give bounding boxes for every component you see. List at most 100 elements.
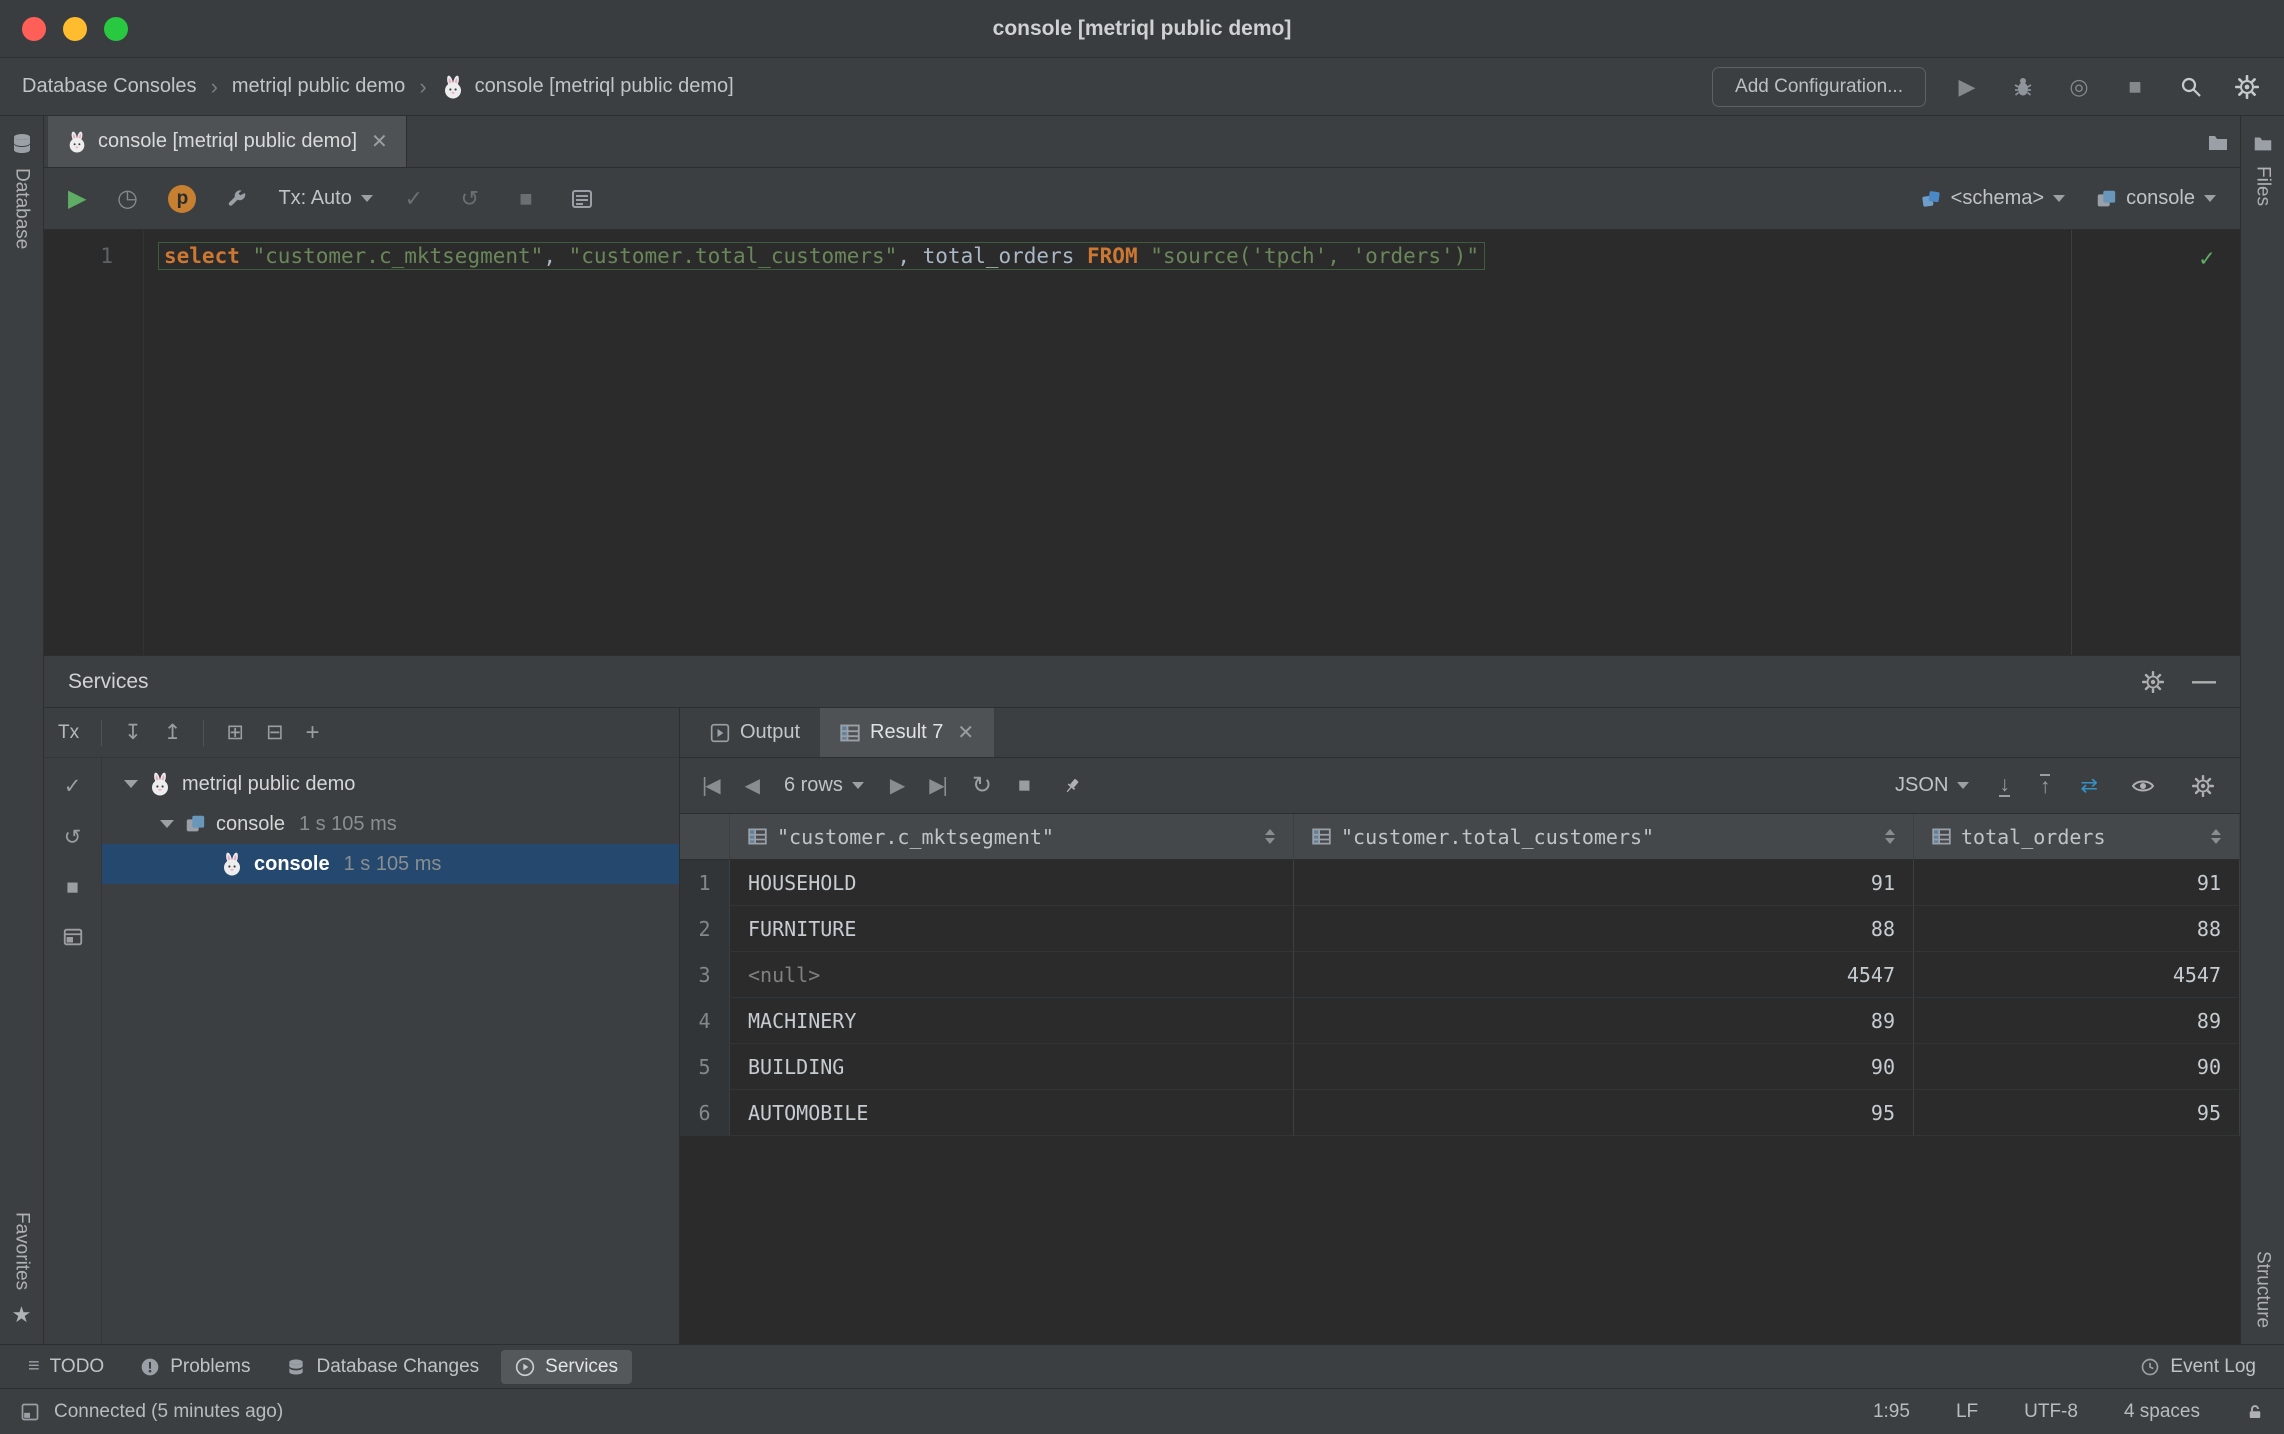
stop-icon[interactable]: ■	[2120, 72, 2150, 102]
collapse-all-icon[interactable]: ↧	[124, 720, 142, 745]
schema-selector[interactable]: <schema>	[1920, 187, 2065, 210]
close-window-button[interactable]	[22, 17, 46, 41]
close-tab-icon[interactable]: ✕	[371, 129, 388, 154]
view-options-icon[interactable]: ⊟	[266, 720, 284, 745]
chevron-down-icon[interactable]	[124, 780, 138, 788]
add-service-icon[interactable]: +	[306, 719, 320, 747]
parameters-icon[interactable]: p	[168, 185, 196, 213]
table-cell[interactable]: AUTOMOBILE	[730, 1090, 1294, 1136]
page-size-dropdown[interactable]: 6 rows	[784, 774, 864, 797]
view-eye-icon[interactable]	[2128, 771, 2158, 801]
sql-statement[interactable]: select "customer.c_mktsegment", "custome…	[158, 242, 1485, 270]
table-cell[interactable]: 90	[1914, 1044, 2240, 1090]
line-separator[interactable]: LF	[1956, 1401, 1978, 1423]
structure-tool-button[interactable]: Structure	[2252, 1251, 2274, 1328]
caret-position[interactable]: 1:95	[1873, 1401, 1910, 1423]
wrench-icon[interactable]	[222, 184, 252, 214]
favorites-tool-button[interactable]: Favorites ★	[11, 1212, 33, 1328]
hide-panel-icon[interactable]: —	[2192, 668, 2216, 696]
database-tool-button[interactable]: Database	[10, 132, 34, 249]
sort-icon[interactable]	[1265, 829, 1275, 844]
table-cell[interactable]: 95	[1914, 1090, 2240, 1136]
rollback-icon[interactable]: ↺	[64, 825, 82, 850]
settings-gear-icon[interactable]	[2232, 72, 2262, 102]
files-tool-button[interactable]: Files	[2252, 132, 2274, 206]
upload-icon[interactable]: ↑	[2040, 774, 2051, 797]
table-cell[interactable]: 95	[1294, 1090, 1914, 1136]
reload-icon[interactable]: ↻	[972, 771, 992, 800]
indent-setting[interactable]: 4 spaces	[2124, 1401, 2200, 1423]
table-cell[interactable]: 91	[1294, 860, 1914, 906]
table-cell[interactable]: FURNITURE	[730, 906, 1294, 952]
sql-editor[interactable]: 1 select "customer.c_mktsegment", "custo…	[44, 230, 2240, 655]
services-tree[interactable]: metriql public democonsole1 s 105 mscons…	[102, 758, 679, 1344]
close-tab-icon[interactable]: ✕	[957, 720, 974, 745]
stop-icon[interactable]: ■	[66, 876, 79, 900]
history-clock-icon[interactable]: ◷	[112, 184, 142, 214]
tree-item-metriql-public-demo[interactable]: metriql public demo	[102, 764, 679, 804]
first-page-icon[interactable]: |◀	[702, 773, 719, 798]
column-header[interactable]: total_orders	[1914, 814, 2240, 860]
debug-bug-icon[interactable]	[2008, 72, 2038, 102]
sort-icon[interactable]	[1885, 829, 1895, 844]
table-cell[interactable]: 88	[1294, 906, 1914, 952]
tool-window-database-changes[interactable]: Database Changes	[272, 1350, 493, 1384]
commit-check-icon[interactable]: ✓	[399, 184, 429, 214]
download-icon[interactable]: ↓	[1999, 774, 2010, 797]
search-icon[interactable]	[2176, 72, 2206, 102]
code-area[interactable]: select "customer.c_mktsegment", "custome…	[144, 230, 1485, 655]
output-layout-icon[interactable]	[567, 184, 597, 214]
breadcrumb-datasource[interactable]: metriql public demo	[232, 75, 405, 98]
export-format-dropdown[interactable]: JSON	[1895, 774, 1969, 797]
tab-result[interactable]: Result 7 ✕	[820, 708, 994, 757]
editor-tab-console[interactable]: console [metriql public demo] ✕	[48, 116, 407, 167]
sort-icon[interactable]	[2211, 829, 2221, 844]
column-header[interactable]: "customer.total_customers"	[1294, 814, 1914, 860]
panel-settings-gear-icon[interactable]	[2138, 667, 2168, 697]
last-page-icon[interactable]: ▶|	[929, 773, 946, 798]
add-configuration-button[interactable]: Add Configuration...	[1712, 67, 1926, 107]
tool-window-todo[interactable]: ≡ TODO	[14, 1349, 118, 1384]
table-cell[interactable]: 91	[1914, 860, 2240, 906]
stop-icon[interactable]: ■	[1018, 774, 1031, 798]
file-encoding[interactable]: UTF-8	[2024, 1401, 2078, 1423]
run-icon[interactable]: ▶	[1952, 72, 1982, 102]
tab-output[interactable]: Output	[690, 708, 820, 757]
table-cell[interactable]: MACHINERY	[730, 998, 1294, 1044]
table-cell[interactable]: 89	[1914, 998, 2240, 1044]
tree-item-console[interactable]: console1 s 105 ms	[102, 804, 679, 844]
table-cell[interactable]: 90	[1294, 1044, 1914, 1090]
coverage-icon[interactable]: ◎	[2064, 72, 2094, 102]
tool-window-event-log[interactable]: Event Log	[2126, 1350, 2270, 1384]
group-by-icon[interactable]: ⊞	[226, 720, 244, 745]
rollback-icon[interactable]: ↺	[455, 184, 485, 214]
tx-toolbar-label[interactable]: Tx	[58, 722, 79, 744]
grid-settings-gear-icon[interactable]	[2188, 771, 2218, 801]
console-selector[interactable]: console	[2095, 187, 2216, 210]
chevron-down-icon[interactable]	[160, 820, 174, 828]
layout-icon[interactable]	[62, 926, 84, 948]
table-cell[interactable]: HOUSEHOLD	[730, 860, 1294, 906]
table-cell[interactable]: 4547	[1914, 952, 2240, 998]
table-cell[interactable]: <null>	[730, 952, 1294, 998]
breadcrumb-database-consoles[interactable]: Database Consoles	[22, 75, 197, 98]
expand-all-icon[interactable]: ↥	[164, 720, 182, 745]
minimize-window-button[interactable]	[63, 17, 87, 41]
tool-window-toggle-icon[interactable]	[20, 1402, 40, 1422]
column-header[interactable]: "customer.c_mktsegment"	[730, 814, 1294, 860]
table-cell[interactable]: BUILDING	[730, 1044, 1294, 1090]
compare-icon[interactable]: ⇄	[2080, 773, 2098, 798]
lock-icon[interactable]	[2246, 1403, 2264, 1421]
inspection-ok-icon[interactable]: ✓	[2200, 244, 2214, 272]
previous-page-icon[interactable]: ◀	[745, 773, 758, 798]
table-cell[interactable]: 88	[1914, 906, 2240, 952]
tool-window-services[interactable]: Services	[501, 1350, 632, 1384]
folder-icon[interactable]	[2206, 130, 2230, 154]
breadcrumb-console[interactable]: console [metriql public demo]	[441, 75, 734, 99]
table-cell[interactable]: 89	[1294, 998, 1914, 1044]
pin-icon[interactable]	[1057, 771, 1087, 801]
stop-query-icon[interactable]: ■	[511, 184, 541, 214]
next-page-icon[interactable]: ▶	[890, 773, 903, 798]
tree-item-console[interactable]: console1 s 105 ms	[102, 844, 679, 884]
commit-check-icon[interactable]: ✓	[64, 774, 82, 799]
